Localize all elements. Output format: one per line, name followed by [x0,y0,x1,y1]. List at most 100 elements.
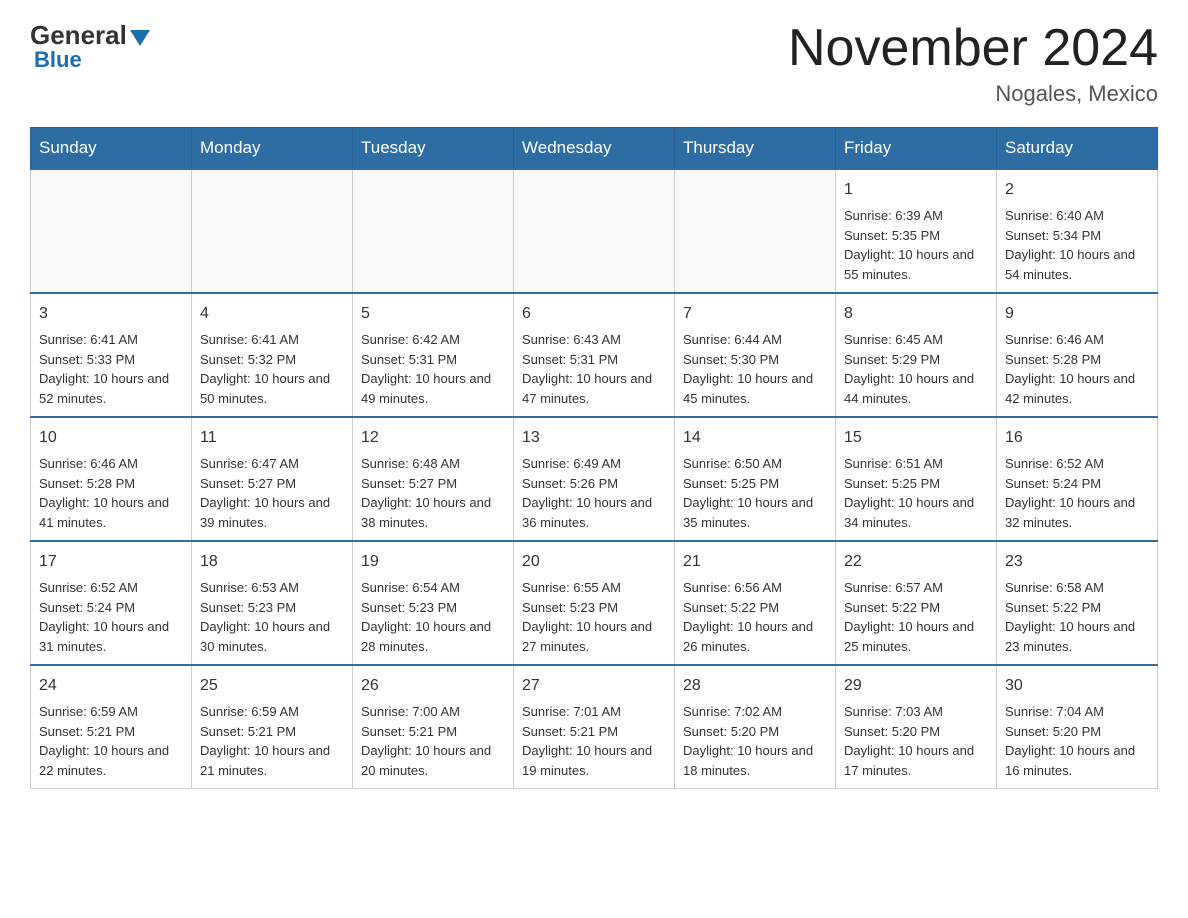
day-number: 8 [844,302,988,326]
day-sun-info: Sunrise: 6:49 AM Sunset: 5:26 PM Dayligh… [522,456,652,530]
day-sun-info: Sunrise: 6:54 AM Sunset: 5:23 PM Dayligh… [361,580,491,654]
day-number: 10 [39,426,183,450]
day-number: 16 [1005,426,1149,450]
calendar-cell: 13 Sunrise: 6:49 AM Sunset: 5:26 PM Dayli… [514,417,675,541]
day-number: 14 [683,426,827,450]
day-number: 7 [683,302,827,326]
day-number: 20 [522,550,666,574]
calendar-cell [514,169,675,293]
day-sun-info: Sunrise: 6:41 AM Sunset: 5:33 PM Dayligh… [39,332,169,406]
calendar-cell: 30 Sunrise: 7:04 AM Sunset: 5:20 PM Dayli… [997,665,1158,789]
calendar-cell: 19 Sunrise: 6:54 AM Sunset: 5:23 PM Dayli… [353,541,514,665]
calendar-cell [192,169,353,293]
day-sun-info: Sunrise: 6:40 AM Sunset: 5:34 PM Dayligh… [1005,208,1135,282]
day-number: 19 [361,550,505,574]
day-sun-info: Sunrise: 6:59 AM Sunset: 5:21 PM Dayligh… [39,704,169,778]
day-of-week-header: Sunday [31,128,192,170]
calendar-cell: 24Sunrise: 6:59 AM Sunset: 5:21 PM Dayli… [31,665,192,789]
day-sun-info: Sunrise: 6:45 AM Sunset: 5:29 PM Dayligh… [844,332,974,406]
day-of-week-header: Wednesday [514,128,675,170]
day-sun-info: Sunrise: 6:51 AM Sunset: 5:25 PM Dayligh… [844,456,974,530]
day-sun-info: Sunrise: 6:39 AM Sunset: 5:35 PM Dayligh… [844,208,974,282]
day-sun-info: Sunrise: 7:00 AM Sunset: 5:21 PM Dayligh… [361,704,491,778]
day-number: 22 [844,550,988,574]
day-sun-info: Sunrise: 6:59 AM Sunset: 5:21 PM Dayligh… [200,704,330,778]
calendar-cell: 16 Sunrise: 6:52 AM Sunset: 5:24 PM Dayli… [997,417,1158,541]
day-sun-info: Sunrise: 6:44 AM Sunset: 5:30 PM Dayligh… [683,332,813,406]
calendar-header-row: SundayMondayTuesdayWednesdayThursdayFrid… [31,128,1158,170]
month-title: November 2024 [788,20,1158,77]
day-number: 12 [361,426,505,450]
calendar-cell: 17 Sunrise: 6:52 AM Sunset: 5:24 PM Dayli… [31,541,192,665]
logo: General Blue [30,20,150,73]
day-number: 21 [683,550,827,574]
day-number: 23 [1005,550,1149,574]
calendar-cell: 8 Sunrise: 6:45 AM Sunset: 5:29 PM Daylig… [836,293,997,417]
day-number: 4 [200,302,344,326]
calendar-cell: 7 Sunrise: 6:44 AM Sunset: 5:30 PM Daylig… [675,293,836,417]
calendar-week-row: 3Sunrise: 6:41 AM Sunset: 5:33 PM Daylig… [31,293,1158,417]
calendar-week-row: 24Sunrise: 6:59 AM Sunset: 5:21 PM Dayli… [31,665,1158,789]
calendar-cell: 3Sunrise: 6:41 AM Sunset: 5:33 PM Daylig… [31,293,192,417]
location-text: Nogales, Mexico [788,81,1158,107]
calendar-cell: 29 Sunrise: 7:03 AM Sunset: 5:20 PM Dayli… [836,665,997,789]
day-sun-info: Sunrise: 6:43 AM Sunset: 5:31 PM Dayligh… [522,332,652,406]
calendar-cell: 18 Sunrise: 6:53 AM Sunset: 5:23 PM Dayli… [192,541,353,665]
day-of-week-header: Tuesday [353,128,514,170]
calendar-cell: 27Sunrise: 7:01 AM Sunset: 5:21 PM Dayli… [514,665,675,789]
day-number: 28 [683,674,827,698]
day-sun-info: Sunrise: 6:46 AM Sunset: 5:28 PM Dayligh… [1005,332,1135,406]
day-number: 25 [200,674,344,698]
logo-arrow-icon [130,30,150,46]
day-sun-info: Sunrise: 7:03 AM Sunset: 5:20 PM Dayligh… [844,704,974,778]
calendar-cell: 28Sunrise: 7:02 AM Sunset: 5:20 PM Dayli… [675,665,836,789]
calendar-cell: 5 Sunrise: 6:42 AM Sunset: 5:31 PM Daylig… [353,293,514,417]
calendar-cell: 14 Sunrise: 6:50 AM Sunset: 5:25 PM Dayli… [675,417,836,541]
day-sun-info: Sunrise: 6:47 AM Sunset: 5:27 PM Dayligh… [200,456,330,530]
calendar-cell: 4 Sunrise: 6:41 AM Sunset: 5:32 PM Daylig… [192,293,353,417]
calendar-cell: 15 Sunrise: 6:51 AM Sunset: 5:25 PM Dayli… [836,417,997,541]
calendar-cell: 9Sunrise: 6:46 AM Sunset: 5:28 PM Daylig… [997,293,1158,417]
day-sun-info: Sunrise: 6:57 AM Sunset: 5:22 PM Dayligh… [844,580,974,654]
day-number: 13 [522,426,666,450]
day-sun-info: Sunrise: 6:48 AM Sunset: 5:27 PM Dayligh… [361,456,491,530]
calendar-week-row: 1 Sunrise: 6:39 AM Sunset: 5:35 PM Daylig… [31,169,1158,293]
day-of-week-header: Thursday [675,128,836,170]
day-number: 5 [361,302,505,326]
calendar-week-row: 10Sunrise: 6:46 AM Sunset: 5:28 PM Dayli… [31,417,1158,541]
day-sun-info: Sunrise: 6:52 AM Sunset: 5:24 PM Dayligh… [1005,456,1135,530]
calendar-cell: 2 Sunrise: 6:40 AM Sunset: 5:34 PM Daylig… [997,169,1158,293]
calendar-cell: 12 Sunrise: 6:48 AM Sunset: 5:27 PM Dayli… [353,417,514,541]
day-number: 18 [200,550,344,574]
calendar-cell: 23 Sunrise: 6:58 AM Sunset: 5:22 PM Dayli… [997,541,1158,665]
day-of-week-header: Monday [192,128,353,170]
day-number: 15 [844,426,988,450]
calendar-cell [353,169,514,293]
day-number: 30 [1005,674,1149,698]
calendar-cell: 25 Sunrise: 6:59 AM Sunset: 5:21 PM Dayli… [192,665,353,789]
day-sun-info: Sunrise: 7:04 AM Sunset: 5:20 PM Dayligh… [1005,704,1135,778]
day-sun-info: Sunrise: 6:56 AM Sunset: 5:22 PM Dayligh… [683,580,813,654]
day-sun-info: Sunrise: 6:41 AM Sunset: 5:32 PM Dayligh… [200,332,330,406]
day-number: 29 [844,674,988,698]
day-number: 11 [200,426,344,450]
day-sun-info: Sunrise: 6:53 AM Sunset: 5:23 PM Dayligh… [200,580,330,654]
day-sun-info: Sunrise: 6:50 AM Sunset: 5:25 PM Dayligh… [683,456,813,530]
calendar-cell [31,169,192,293]
day-sun-info: Sunrise: 6:42 AM Sunset: 5:31 PM Dayligh… [361,332,491,406]
calendar-cell: 21 Sunrise: 6:56 AM Sunset: 5:22 PM Dayli… [675,541,836,665]
day-number: 26 [361,674,505,698]
day-number: 17 [39,550,183,574]
calendar-cell: 6Sunrise: 6:43 AM Sunset: 5:31 PM Daylig… [514,293,675,417]
day-sun-info: Sunrise: 6:58 AM Sunset: 5:22 PM Dayligh… [1005,580,1135,654]
calendar-cell: 11 Sunrise: 6:47 AM Sunset: 5:27 PM Dayli… [192,417,353,541]
day-of-week-header: Saturday [997,128,1158,170]
day-sun-info: Sunrise: 6:55 AM Sunset: 5:23 PM Dayligh… [522,580,652,654]
calendar-cell: 26 Sunrise: 7:00 AM Sunset: 5:21 PM Dayli… [353,665,514,789]
day-sun-info: Sunrise: 6:52 AM Sunset: 5:24 PM Dayligh… [39,580,169,654]
day-number: 2 [1005,178,1149,202]
day-number: 1 [844,178,988,202]
calendar-cell: 10Sunrise: 6:46 AM Sunset: 5:28 PM Dayli… [31,417,192,541]
day-of-week-header: Friday [836,128,997,170]
title-area: November 2024 Nogales, Mexico [788,20,1158,107]
